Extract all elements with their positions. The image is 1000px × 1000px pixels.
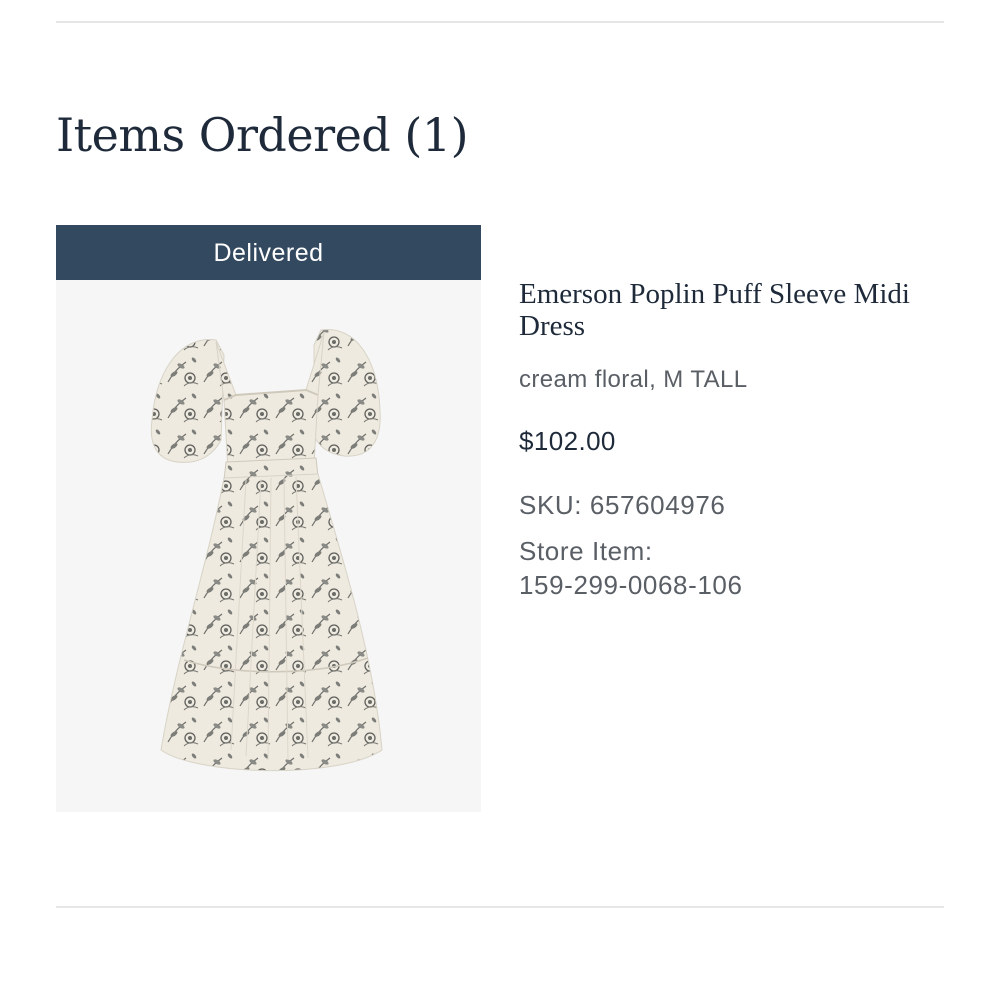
order-items-page: Items Ordered (1) Delivered Emerson Popl… (0, 0, 1000, 1000)
section-title: Items Ordered (1) (56, 108, 469, 162)
store-item-label: Store Item: (519, 536, 653, 566)
product-image[interactable] (56, 280, 481, 812)
top-divider (56, 21, 944, 23)
product-name[interactable]: Emerson Poplin Puff Sleeve Midi Dress (519, 278, 939, 342)
bottom-divider (56, 906, 944, 908)
item-image-card[interactable]: Delivered (56, 225, 481, 812)
store-item-number: Store Item: 159-299-0068-106 (519, 534, 939, 602)
store-item-value: 159-299-0068-106 (519, 570, 743, 600)
product-sku: SKU: 657604976 (519, 490, 726, 520)
product-price: $102.00 (519, 426, 616, 456)
item-details: Emerson Poplin Puff Sleeve Midi Dress cr… (519, 278, 939, 602)
product-variant: cream floral, M TALL (519, 366, 748, 393)
status-badge: Delivered (56, 225, 481, 280)
